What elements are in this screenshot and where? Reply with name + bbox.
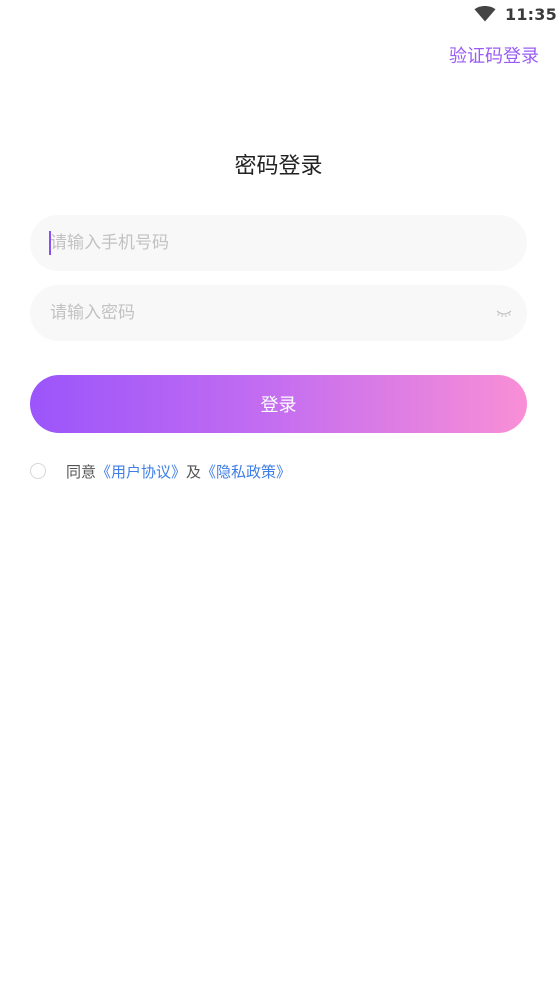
- agree-checkbox[interactable]: [30, 463, 46, 479]
- text-cursor: [49, 231, 51, 255]
- user-agreement-link[interactable]: 《用户协议》: [96, 463, 186, 481]
- password-field[interactable]: [30, 285, 527, 341]
- eye-closed-icon[interactable]: [495, 306, 513, 320]
- agreement-text: 同意《用户协议》及《隐私政策》: [66, 461, 291, 482]
- status-bar: 11:35: [0, 0, 557, 30]
- password-input[interactable]: [50, 285, 470, 341]
- page-title: 密码登录: [234, 154, 323, 179]
- phone-input[interactable]: [50, 215, 470, 271]
- agreement-row: 同意《用户协议》及《隐私政策》: [30, 460, 291, 482]
- agreement-conjunction: 及: [186, 462, 202, 481]
- wifi-icon: [474, 6, 496, 22]
- sms-login-link[interactable]: 验证码登录: [449, 42, 539, 68]
- login-screen: 11:35 验证码登录 密码登录 登录 同意《用户协议》及《隐私政策》: [0, 0, 557, 990]
- login-button[interactable]: 登录: [30, 375, 527, 433]
- phone-field[interactable]: [30, 215, 527, 271]
- status-time: 11:35: [505, 5, 557, 24]
- agreement-prefix: 同意: [66, 462, 97, 481]
- privacy-policy-link[interactable]: 《隐私政策》: [201, 463, 291, 481]
